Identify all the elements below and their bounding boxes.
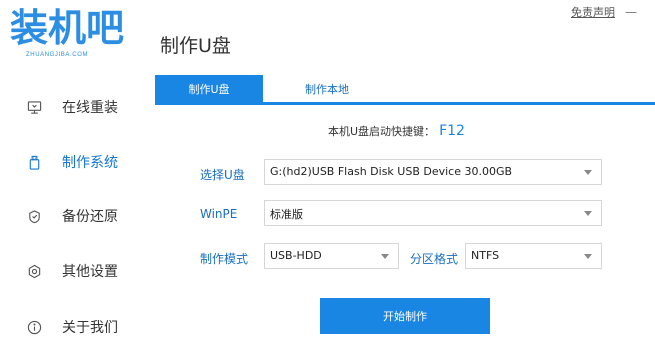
logo-subtext: ZHUANGJIBA.COM (26, 52, 89, 58)
page-title: 制作U盘 (160, 35, 231, 57)
partition-select[interactable]: NTFS (465, 243, 602, 269)
dropdown-arrow-icon (583, 209, 593, 219)
sidebar-item-about-us[interactable]: 关于我们 (0, 312, 150, 342)
sidebar-item-label: 备份还原 (62, 209, 118, 225)
winpe-select[interactable]: 标准版 (264, 200, 602, 226)
app-logo: 装机吧 ZHUANGJIBA.COM (10, 2, 140, 66)
partition-select-label: 分区格式 (410, 252, 459, 266)
hotkey-info: 本机U盘启动快捷键： F12 (328, 123, 465, 139)
hotkey-key: F12 (439, 123, 465, 139)
tab-make-usb[interactable]: 制作U盘 (155, 75, 263, 102)
gear-icon (26, 263, 42, 279)
disclaimer-link[interactable]: 免责声明 (571, 4, 615, 20)
mode-select[interactable]: USB-HDD (264, 243, 399, 269)
hotkey-label: 本机U盘启动快捷键： (328, 125, 436, 138)
window-controls: 免责声明 — (571, 4, 637, 20)
start-make-button[interactable]: 开始制作 (320, 298, 490, 334)
sidebar-item-label: 关于我们 (62, 320, 118, 336)
winpe-select-value: 标准版 (270, 208, 303, 221)
usb-select-label: 选择U盘 (200, 168, 245, 182)
sidebar-item-online-reinstall[interactable]: 在线重装 (0, 92, 150, 122)
sidebar-item-other-settings[interactable]: 其他设置 (0, 256, 150, 286)
winpe-select-label: WinPE (200, 207, 238, 221)
tab-bar: 制作U盘 制作本地 (155, 75, 655, 105)
mode-select-label: 制作模式 (200, 252, 249, 266)
partition-select-value: NTFS (471, 249, 500, 262)
minimize-button[interactable]: — (625, 6, 637, 18)
sidebar-item-backup-restore[interactable]: 备份还原 (0, 201, 150, 231)
usb-select[interactable]: G:(hd2)USB Flash Disk USB Device 30.00GB (264, 159, 602, 185)
info-icon (26, 319, 42, 335)
backup-restore-icon (26, 208, 42, 224)
sidebar-item-label: 在线重装 (62, 100, 118, 116)
dropdown-arrow-icon (380, 252, 390, 262)
monitor-icon (26, 99, 42, 115)
usb-drive-icon (26, 154, 42, 170)
sidebar-item-make-system[interactable]: 制作系统 (0, 147, 150, 177)
tab-make-local[interactable]: 制作本地 (273, 75, 381, 102)
dropdown-arrow-icon (583, 168, 593, 178)
mode-select-value: USB-HDD (270, 249, 322, 262)
sidebar-item-label: 制作系统 (62, 155, 118, 171)
usb-select-value: G:(hd2)USB Flash Disk USB Device 30.00GB (270, 165, 513, 178)
sidebar-item-label: 其他设置 (62, 264, 118, 280)
logo-text: 装机吧 (10, 6, 125, 50)
dropdown-arrow-icon (583, 252, 593, 262)
